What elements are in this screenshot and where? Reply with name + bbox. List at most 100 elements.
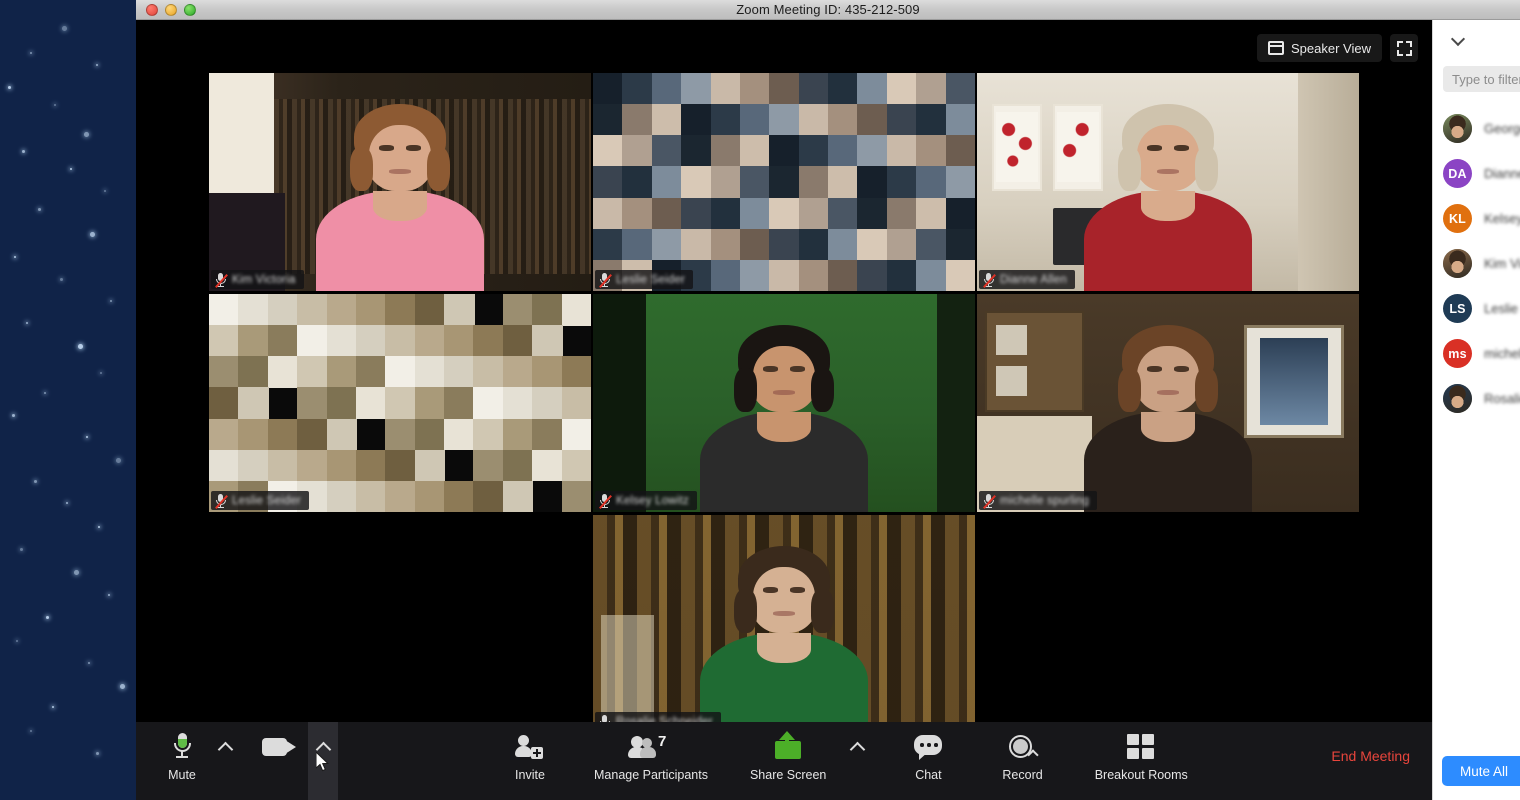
manage-participants-button[interactable]: 7 Manage Participants <box>584 722 718 800</box>
participant-row[interactable]: LS Leslie Seider <box>1433 286 1520 331</box>
video-tile[interactable]: Rosalie Schneider <box>593 515 975 733</box>
microphone-muted-icon <box>598 272 612 288</box>
participant-name: Leslie Seider <box>616 273 686 286</box>
minimize-window-button[interactable] <box>165 4 177 16</box>
participant-name: michelle spurling <box>1000 494 1090 507</box>
record-button[interactable]: Record <box>992 722 1052 800</box>
participant-list: GeorgeDA Dianne AllenKL Kelsey Lowitz Ki… <box>1433 106 1520 421</box>
people-icon: 7 <box>627 732 673 762</box>
avatar <box>1443 249 1472 278</box>
video-stage: Speaker View Kim Victoria Leslie Seider … <box>136 20 1432 800</box>
fullscreen-button[interactable] <box>1390 34 1418 62</box>
participant-name-badge: Dianne Allen <box>979 270 1075 289</box>
window-titlebar: Zoom Meeting ID: 435-212-509 <box>136 0 1520 20</box>
participant-name: Kelsey Lowitz <box>1484 211 1520 226</box>
participant-name-badge: Leslie Seider <box>595 270 694 289</box>
video-tile[interactable]: michelle spurling <box>977 294 1359 512</box>
participant-row[interactable]: KL Kelsey Lowitz <box>1433 196 1520 241</box>
video-feed <box>593 515 975 733</box>
participant-name-badge: Kelsey Lowitz <box>595 491 697 510</box>
maximize-window-button[interactable] <box>184 4 196 16</box>
share-screen-icon <box>773 731 803 762</box>
avatar: LS <box>1443 294 1472 323</box>
close-window-button[interactable] <box>146 4 158 16</box>
mute-label: Mute <box>168 768 196 782</box>
video-tile[interactable]: Leslie Seider <box>209 294 591 512</box>
participants-count-badge: 7 <box>657 733 667 750</box>
video-feed <box>593 294 975 512</box>
participants-panel: Type to filter GeorgeDA Dianne AllenKL K… <box>1432 20 1520 800</box>
participant-video-grid: Kim Victoria Leslie Seider Dianne Allen … <box>209 73 1359 733</box>
collapse-panel-button[interactable] <box>1433 20 1520 62</box>
chevron-up-icon <box>217 741 233 758</box>
avatar <box>1443 114 1472 143</box>
breakout-rooms-label: Breakout Rooms <box>1094 768 1188 782</box>
participant-name: George <box>1484 121 1520 136</box>
participant-name: Kim Victoria <box>1484 256 1520 271</box>
participant-name: Leslie Seider <box>1484 301 1520 316</box>
chat-label: Chat <box>915 768 942 782</box>
avatar <box>1443 384 1472 413</box>
enter-fullscreen-icon <box>1396 40 1412 56</box>
participant-name: Leslie Seider <box>232 494 302 507</box>
video-feed <box>209 73 591 291</box>
avatar: DA <box>1443 159 1472 188</box>
video-feed <box>977 294 1359 512</box>
mute-all-button[interactable]: Mute All <box>1442 756 1520 786</box>
video-tile[interactable]: Kim Victoria <box>209 73 591 291</box>
record-label: Record <box>1002 768 1043 782</box>
mute-button[interactable]: Mute <box>154 722 210 800</box>
manage-participants-label: Manage Participants <box>594 768 708 782</box>
participant-name: michelle spurling <box>1484 346 1520 361</box>
chat-button[interactable]: Chat <box>900 722 956 800</box>
window-traffic-lights[interactable] <box>146 4 196 16</box>
video-tile[interactable]: Kelsey Lowitz <box>593 294 975 512</box>
participant-name: Rosalie Schneider <box>1484 391 1520 406</box>
microphone-muted-icon <box>982 272 996 288</box>
grid-view-icon <box>1268 41 1285 55</box>
speaker-view-label: Speaker View <box>1291 40 1371 56</box>
video-feed <box>977 73 1359 291</box>
participant-name-badge: michelle spurling <box>979 491 1098 510</box>
participant-name: Kelsey Lowitz <box>616 494 689 507</box>
share-screen-label: Share Screen <box>749 768 827 782</box>
participant-row[interactable]: ms michelle spurling <box>1433 331 1520 376</box>
mouse-pointer-icon <box>316 752 329 772</box>
video-feed <box>209 294 591 512</box>
invite-button[interactable]: Invite <box>502 722 558 800</box>
video-tile[interactable]: Dianne Allen <box>977 73 1359 291</box>
participant-name: Kim Victoria <box>232 273 296 286</box>
avatar: KL <box>1443 204 1472 233</box>
record-circle-icon <box>1008 732 1039 762</box>
invite-label: Invite <box>515 768 545 782</box>
share-options-button[interactable] <box>842 722 872 800</box>
chevron-up-icon <box>849 741 866 758</box>
participant-filter-input[interactable]: Type to filter <box>1443 66 1520 92</box>
window-title: Zoom Meeting ID: 435-212-509 <box>736 2 920 17</box>
avatar: ms <box>1443 339 1472 368</box>
video-tile[interactable]: Leslie Seider <box>593 73 975 291</box>
chat-bubble-icon <box>914 732 943 762</box>
grid-squares-icon <box>1127 732 1155 762</box>
participant-row[interactable]: Kim Victoria <box>1433 241 1520 286</box>
participant-row[interactable]: Rosalie Schneider <box>1433 376 1520 421</box>
participant-row[interactable]: DA Dianne Allen <box>1433 151 1520 196</box>
speaker-view-button[interactable]: Speaker View <box>1257 34 1382 62</box>
chevron-down-icon <box>1450 31 1466 46</box>
camera-icon <box>262 732 298 762</box>
microphone-muted-icon <box>214 272 228 288</box>
participant-name: Dianne Allen <box>1000 273 1067 286</box>
zoom-meeting-window: Zoom Meeting ID: 435-212-509 Speaker Vie… <box>136 0 1520 800</box>
video-feed <box>593 73 975 291</box>
share-screen-button[interactable]: Share Screen <box>740 722 836 800</box>
end-meeting-button[interactable]: End Meeting <box>1331 748 1410 764</box>
view-controls: Speaker View <box>1257 34 1418 62</box>
meeting-toolbar: Mute Invite 7 Manage Participants Share … <box>136 722 1432 800</box>
microphone-muted-icon <box>982 493 996 509</box>
participant-row[interactable]: George <box>1433 106 1520 151</box>
microphone-muted-icon <box>214 493 228 509</box>
video-button[interactable] <box>252 722 308 800</box>
audio-options-button[interactable] <box>210 722 240 800</box>
breakout-rooms-button[interactable]: Breakout Rooms <box>1085 722 1198 800</box>
microphone-muted-icon <box>598 493 612 509</box>
